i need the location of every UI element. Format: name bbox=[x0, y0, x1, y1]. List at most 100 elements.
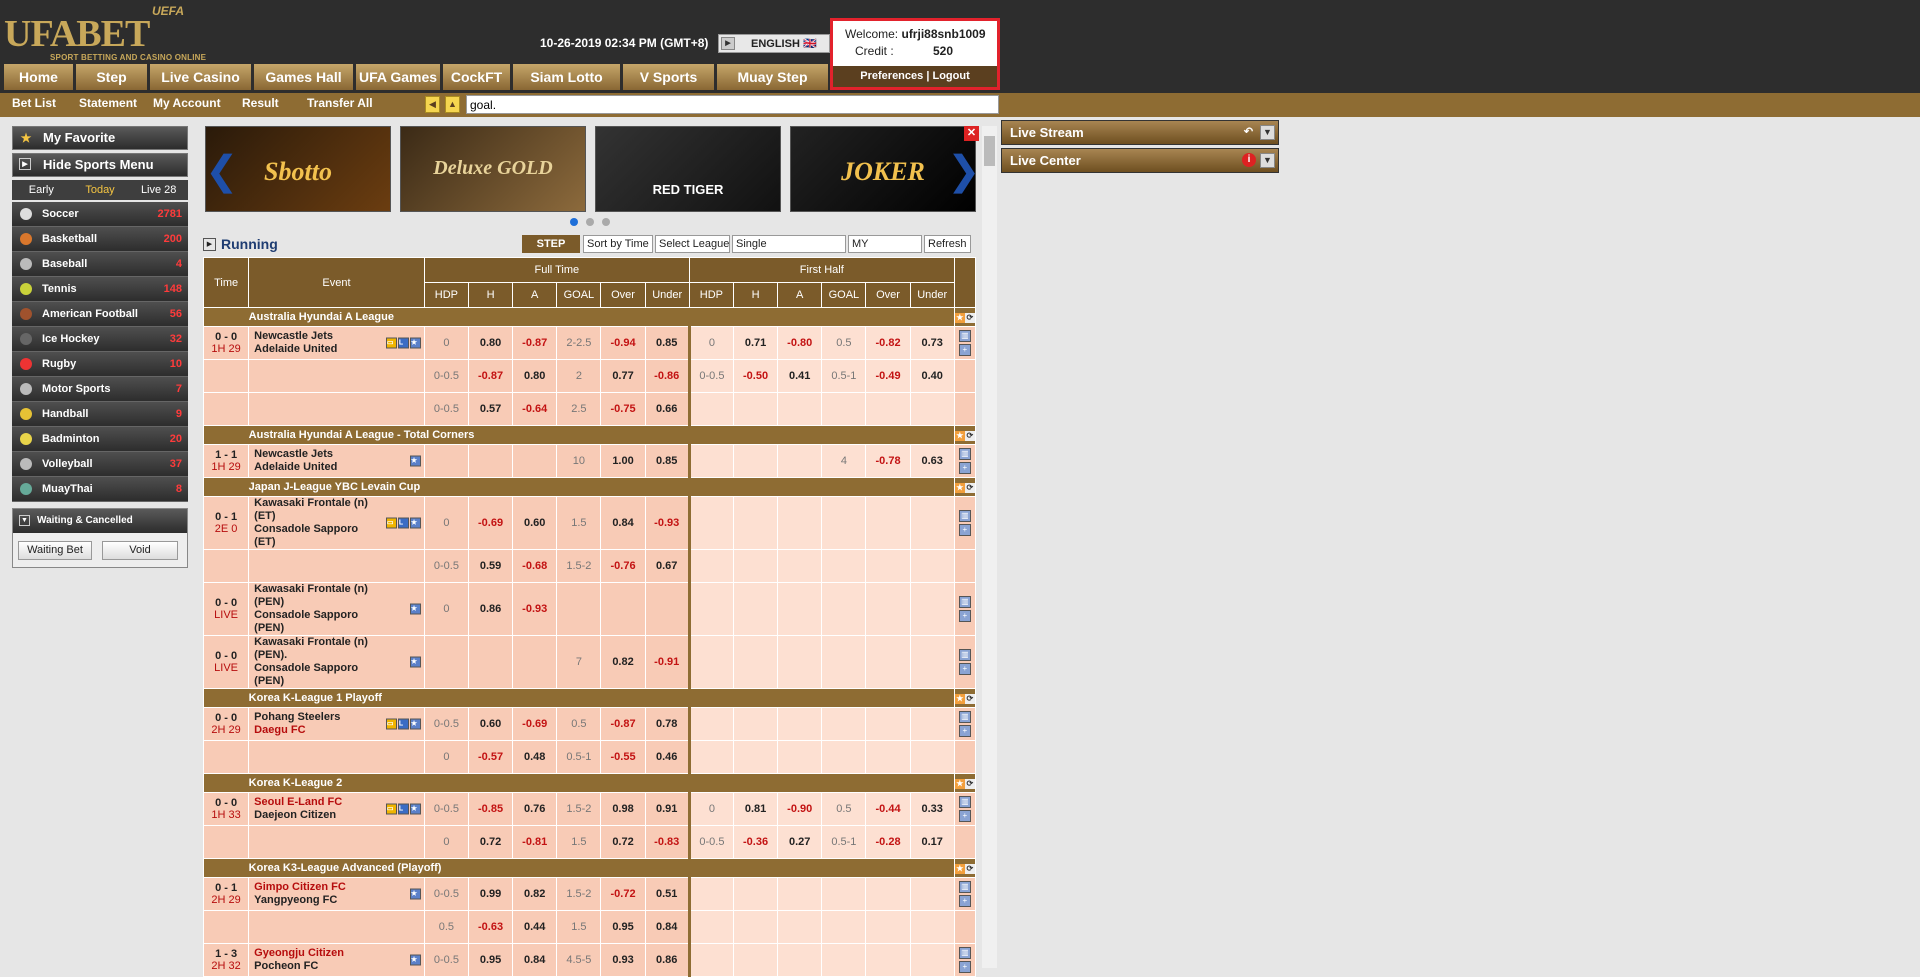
search-input[interactable] bbox=[466, 95, 999, 114]
odds-cell[interactable]: 0.27 bbox=[777, 825, 823, 859]
odds-cell[interactable]: 0.66 bbox=[644, 392, 690, 426]
subnav-my-account[interactable]: My Account bbox=[153, 96, 221, 110]
odds-cell[interactable]: 0.76 bbox=[512, 792, 558, 826]
nav-item-v-sports[interactable]: V Sports bbox=[623, 64, 715, 90]
stats-icon[interactable]: ▥ bbox=[958, 510, 971, 522]
info-icon[interactable]: i bbox=[1242, 153, 1256, 167]
star-icon[interactable]: ★ bbox=[954, 864, 965, 874]
subnav-statement[interactable]: Statement bbox=[79, 96, 137, 110]
plus-icon[interactable]: + bbox=[958, 725, 971, 737]
odds-cell[interactable]: 0.77 bbox=[600, 359, 646, 393]
event-teams[interactable]: Kawasaki Frontale (n) (PEN) Consadole Sap… bbox=[248, 582, 425, 636]
sport-item-badminton[interactable]: Badminton 20 bbox=[12, 427, 188, 452]
my-favorite-button[interactable]: ★ My Favorite bbox=[12, 126, 188, 150]
odds-cell[interactable]: 0.81 bbox=[732, 792, 779, 826]
odds-cell[interactable]: 0.63 bbox=[909, 444, 955, 478]
plus-icon[interactable]: + bbox=[958, 663, 971, 675]
bet-type-select[interactable]: Single bbox=[732, 235, 846, 253]
favorite-star-icon[interactable]: ★ bbox=[409, 954, 421, 966]
odds-cell[interactable]: 0.84 bbox=[512, 943, 558, 977]
odds-cell[interactable]: 0.82 bbox=[600, 635, 646, 689]
refresh-icon[interactable]: ⟳ bbox=[964, 864, 975, 874]
odds-cell[interactable]: -0.91 bbox=[644, 635, 690, 689]
plus-icon[interactable]: + bbox=[958, 810, 971, 822]
odds-cell[interactable]: 0.84 bbox=[600, 496, 646, 550]
odds-cell[interactable]: -0.85 bbox=[467, 792, 514, 826]
event-teams[interactable]: Newcastle Jets Adelaide United ▭ L ★ bbox=[248, 326, 425, 360]
odds-cell[interactable]: -0.94 bbox=[600, 326, 646, 360]
sport-item-basketball[interactable]: Basketball 200 bbox=[12, 227, 188, 252]
plus-icon[interactable]: + bbox=[958, 344, 971, 356]
odds-cell[interactable]: -0.50 bbox=[732, 359, 779, 393]
odds-cell[interactable]: 0.72 bbox=[600, 825, 646, 859]
odds-cell[interactable]: 0.84 bbox=[644, 910, 690, 944]
odds-cell[interactable]: 0.86 bbox=[467, 582, 514, 636]
scrollbar[interactable] bbox=[982, 126, 997, 968]
sport-item-american-football[interactable]: American Football 56 bbox=[12, 302, 188, 327]
sport-item-baseball[interactable]: Baseball 4 bbox=[12, 252, 188, 277]
arrow-left-icon[interactable]: ◀ bbox=[425, 96, 440, 113]
event-teams[interactable]: Kawasaki Frontale (n) (PEN). Consadole Sa… bbox=[248, 635, 425, 689]
nav-item-ufa-games[interactable]: UFA Games bbox=[356, 64, 441, 90]
odds-cell[interactable]: 0.46 bbox=[644, 740, 690, 774]
collapse-icon[interactable]: ▼ bbox=[19, 515, 30, 526]
banner-red-tiger[interactable]: RED TIGER bbox=[595, 126, 781, 212]
odds-cell[interactable]: 0.91 bbox=[644, 792, 690, 826]
odds-cell[interactable]: 0.60 bbox=[467, 707, 514, 741]
tv-icon[interactable]: ▭ bbox=[385, 803, 397, 815]
carousel-dot[interactable] bbox=[586, 218, 594, 226]
logout-link[interactable]: Logout bbox=[932, 70, 969, 82]
odds-cell[interactable]: 0.59 bbox=[467, 549, 514, 583]
odds-cell[interactable]: -0.87 bbox=[600, 707, 646, 741]
language-select[interactable]: ▶ ENGLISH 🇬🇧 bbox=[718, 34, 830, 53]
live-icon[interactable]: L bbox=[397, 337, 409, 349]
nav-item-home[interactable]: Home bbox=[4, 64, 74, 90]
odds-cell[interactable]: -0.72 bbox=[600, 877, 646, 911]
star-icon[interactable]: ★ bbox=[954, 779, 965, 789]
odds-cell[interactable]: -0.87 bbox=[512, 326, 558, 360]
favorite-star-icon[interactable]: ★ bbox=[409, 517, 421, 529]
tab-early[interactable]: Early bbox=[12, 180, 71, 200]
plus-icon[interactable]: + bbox=[958, 895, 971, 907]
odds-cell[interactable]: -0.82 bbox=[865, 326, 911, 360]
odds-cell[interactable]: -0.69 bbox=[467, 496, 514, 550]
live-icon[interactable]: L bbox=[397, 517, 409, 529]
tv-icon[interactable]: ▭ bbox=[385, 337, 397, 349]
odds-cell[interactable]: 0.67 bbox=[644, 549, 690, 583]
league-button[interactable]: Select League bbox=[655, 235, 730, 253]
logo[interactable]: UFABET UEFA SPORT BETTING AND CASINO ONL… bbox=[4, 4, 208, 62]
chevron-down-icon[interactable]: ▼ bbox=[1260, 153, 1275, 168]
odds-cell[interactable]: 1.00 bbox=[600, 444, 646, 478]
sport-item-rugby[interactable]: Rugby 10 bbox=[12, 352, 188, 377]
sort-button[interactable]: Sort by Time bbox=[583, 235, 653, 253]
close-icon[interactable]: ✕ bbox=[964, 126, 979, 141]
void-button[interactable]: Void bbox=[102, 541, 178, 560]
refresh-icon[interactable]: ⟳ bbox=[964, 779, 975, 789]
refresh-icon[interactable]: ⟳ bbox=[964, 483, 975, 493]
odds-cell[interactable]: -0.83 bbox=[644, 825, 690, 859]
undo-icon[interactable]: ↶ bbox=[1241, 125, 1256, 140]
carousel-dot[interactable] bbox=[570, 218, 578, 226]
sport-item-soccer[interactable]: Soccer 2781 bbox=[12, 202, 188, 227]
odds-cell[interactable]: -0.78 bbox=[865, 444, 911, 478]
live-icon[interactable]: L bbox=[397, 803, 409, 815]
favorite-star-icon[interactable]: ★ bbox=[409, 656, 421, 668]
sport-item-muaythai[interactable]: MuayThai 8 bbox=[12, 477, 188, 502]
odds-cell[interactable]: 0.86 bbox=[644, 943, 690, 977]
odds-cell[interactable]: 0.85 bbox=[644, 444, 690, 478]
event-teams[interactable]: Kawasaki Frontale (n) (ET) Consadole Sapp… bbox=[248, 496, 425, 550]
stats-icon[interactable]: ▥ bbox=[958, 596, 971, 608]
odds-cell[interactable]: -0.93 bbox=[512, 582, 558, 636]
favorite-star-icon[interactable]: ★ bbox=[409, 718, 421, 730]
event-teams[interactable]: Gyeongju Citizen Pocheon FC ★ bbox=[248, 943, 425, 977]
odds-cell[interactable]: -0.90 bbox=[777, 792, 823, 826]
stats-icon[interactable]: ▥ bbox=[958, 796, 971, 808]
odds-cell[interactable]: -0.69 bbox=[512, 707, 558, 741]
odds-cell[interactable]: 0.93 bbox=[600, 943, 646, 977]
stats-icon[interactable]: ▥ bbox=[958, 649, 971, 661]
odds-cell[interactable]: 0.51 bbox=[644, 877, 690, 911]
odds-cell[interactable]: 0.98 bbox=[600, 792, 646, 826]
banner-deluxe-gold[interactable]: Deluxe GOLD bbox=[400, 126, 586, 212]
odds-cell[interactable]: 0.33 bbox=[909, 792, 955, 826]
carousel-prev-icon[interactable]: ❮ bbox=[205, 148, 239, 194]
